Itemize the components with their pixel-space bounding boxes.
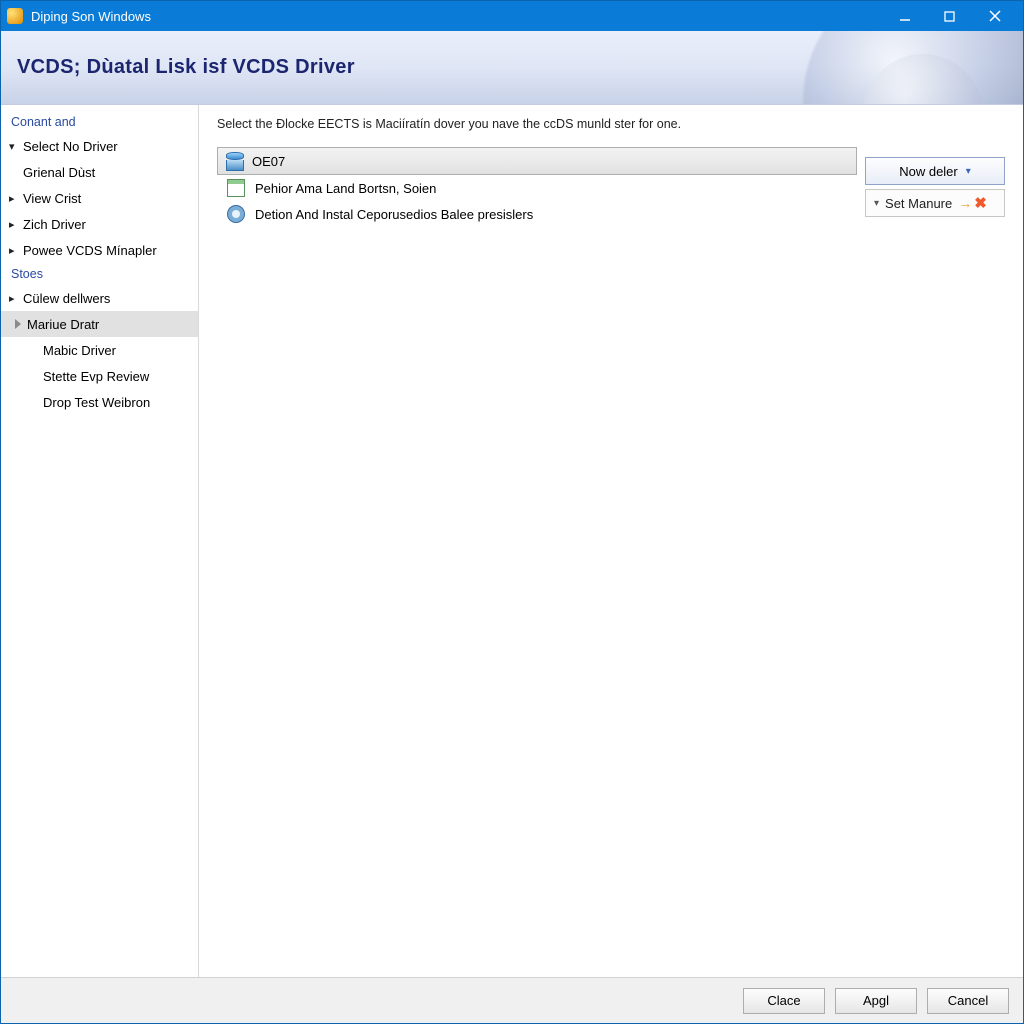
driver-row-selected[interactable]: OE07	[217, 147, 857, 175]
sidebar-item-zich-driver[interactable]: ▸ Zich Driver	[1, 211, 198, 237]
sidebar-item-drop-test[interactable]: ▸ Drop Test Weibron	[1, 389, 198, 415]
sidebar-item-label: Stette Evp Review	[43, 369, 149, 384]
chevron-right-icon: ▸	[9, 192, 21, 205]
driver-row-label: Detion And Instal Ceporusedios Balee pre…	[255, 207, 533, 222]
driver-row-label: OE07	[252, 154, 285, 169]
clace-button[interactable]: Clace	[743, 988, 825, 1014]
calendar-icon	[227, 179, 245, 197]
app-icon	[7, 8, 23, 24]
sidebar-item-view-crist[interactable]: ▸ View Crist	[1, 185, 198, 211]
x-icon: ✖	[974, 194, 987, 212]
window: Diping Son Windows VCDS; Dùatal Lisk isf…	[0, 0, 1024, 1024]
sidebar-item-culew-dellwers[interactable]: ▸ Cülew dellwers	[1, 285, 198, 311]
main-pane: Select the Đlocke EECTS is Maciíratín do…	[199, 105, 1023, 977]
close-icon	[989, 10, 1001, 22]
sidebar-item-label: Zich Driver	[23, 217, 86, 232]
driver-row[interactable]: Detion And Instal Ceporusedios Balee pre…	[217, 201, 857, 227]
action-column: Now deler ▾ ▾ Set Manure → ✖	[865, 157, 1005, 217]
page-title: VCDS; Dùatal Lisk isf VCDS Driver	[17, 56, 355, 79]
sidebar-item-mabic-driver[interactable]: ▸ Mabic Driver	[1, 337, 198, 363]
header-banner: VCDS; Dùatal Lisk isf VCDS Driver	[1, 31, 1023, 105]
titlebar: Diping Son Windows	[1, 1, 1023, 31]
footer: Clace Apgl Cancel	[1, 977, 1023, 1023]
sidebar-section-2: Stoes	[1, 263, 198, 285]
maximize-icon	[944, 11, 955, 22]
driver-row-label: Pehior Ama Land Bortsn, Soien	[255, 181, 436, 196]
driver-list: OE07 Pehior Ama Land Bortsn, Soien Detio…	[217, 147, 1005, 227]
maximize-button[interactable]	[927, 1, 972, 31]
body: Conant and ▾ Select No Driver ▸ Grienal …	[1, 105, 1023, 977]
chevron-right-icon: ▸	[9, 244, 21, 257]
database-icon	[226, 152, 244, 170]
sidebar-item-label: Powee VCDS Mínapler	[23, 243, 157, 258]
chevron-down-icon: ▾	[9, 140, 21, 153]
sidebar-item-label: Mabic Driver	[43, 343, 116, 358]
sidebar-item-label: Cülew dellwers	[23, 291, 110, 306]
sidebar-item-label: Select No Driver	[23, 139, 118, 154]
sidebar-item-label: View Crist	[23, 191, 81, 206]
sidebar-item-label: Grienal Dùst	[23, 165, 95, 180]
dropdown-label: Now deler	[899, 164, 958, 179]
arrow-right-icon: →	[958, 195, 972, 211]
sidebar-item-grienal-dust[interactable]: ▸ Grienal Dùst	[1, 159, 198, 185]
chevron-right-icon: ▸	[9, 292, 21, 305]
dropdown-sub-label: Set Manure	[885, 196, 952, 211]
sidebar-section-1: Conant and	[1, 111, 198, 133]
sidebar-item-select-no-driver[interactable]: ▾ Select No Driver	[1, 133, 198, 159]
minimize-icon	[899, 10, 911, 22]
instruction-text: Select the Đlocke EECTS is Maciíratín do…	[217, 117, 1005, 131]
sidebar-item-mariue-dratr[interactable]: Mariue Dratr	[1, 311, 198, 337]
minimize-button[interactable]	[882, 1, 927, 31]
cancel-button[interactable]: Cancel	[927, 988, 1009, 1014]
gear-icon	[227, 205, 245, 223]
sidebar-item-label: Mariue Dratr	[27, 317, 99, 332]
set-manure-option[interactable]: ▾ Set Manure → ✖	[865, 189, 1005, 217]
close-button[interactable]	[972, 1, 1017, 31]
chevron-down-icon: ▾	[966, 166, 971, 177]
sidebar-item-label: Drop Test Weibron	[43, 395, 150, 410]
driver-row[interactable]: Pehior Ama Land Bortsn, Soien	[217, 175, 857, 201]
now-deler-dropdown[interactable]: Now deler ▾	[865, 157, 1005, 185]
sidebar-item-powee-vcds[interactable]: ▸ Powee VCDS Mínapler	[1, 237, 198, 263]
sidebar: Conant and ▾ Select No Driver ▸ Grienal …	[1, 105, 199, 977]
apply-button[interactable]: Apgl	[835, 988, 917, 1014]
chevron-down-icon: ▾	[874, 198, 879, 209]
window-title: Diping Son Windows	[31, 9, 151, 24]
sidebar-item-stette-evp[interactable]: ▸ Stette Evp Review	[1, 363, 198, 389]
chevron-right-icon: ▸	[9, 218, 21, 231]
